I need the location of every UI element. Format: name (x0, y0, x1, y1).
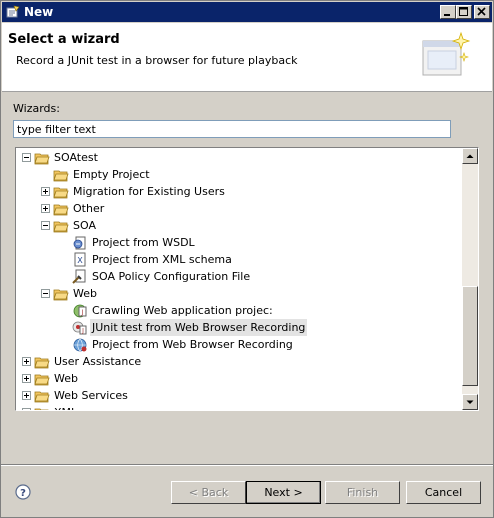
tree-item[interactable]: Migration for Existing Users (16, 183, 456, 200)
new-wizard-dialog: New Select a wizard Record a JUnit test … (0, 0, 494, 518)
wizards-label: Wizards: (13, 102, 60, 115)
expand-icon[interactable] (22, 374, 31, 383)
tree-item-label: Migration for Existing Users (73, 185, 225, 198)
minimize-icon (444, 14, 450, 16)
folder-open-icon (34, 354, 50, 369)
window-title: New (24, 5, 54, 19)
maximize-icon (459, 7, 468, 16)
back-button[interactable]: < Back (171, 481, 246, 504)
next-button[interactable]: Next > (246, 481, 321, 504)
svg-text:J: J (81, 328, 84, 335)
filter-input[interactable] (13, 120, 451, 138)
tree-item[interactable]: Web (16, 285, 456, 302)
new-wizard-app-icon (6, 5, 20, 18)
tree-item-label: SOAtest (54, 151, 98, 164)
tree-item[interactable]: SOAtest (16, 149, 456, 166)
arrow-down-icon (466, 400, 474, 404)
tree-item-label: Web (73, 287, 97, 300)
maximize-button[interactable] (456, 5, 472, 19)
svg-text:?: ? (20, 488, 26, 499)
wsdl-project-icon (72, 235, 88, 250)
expand-icon[interactable] (22, 357, 31, 366)
wizard-banner-icon (422, 31, 471, 76)
scroll-down-button[interactable] (462, 394, 478, 410)
tree-item-label: Empty Project (73, 168, 150, 181)
page-title: Select a wizard (8, 32, 120, 47)
cancel-button[interactable]: Cancel (406, 481, 481, 504)
tree-item[interactable]: SOA Policy Configuration File (16, 268, 456, 285)
tree-item-label: SOA (73, 219, 96, 232)
tree-item-label: User Assistance (54, 355, 142, 368)
tree-item[interactable]: XML (16, 404, 456, 410)
folder-open-icon (34, 405, 50, 410)
folder-open-icon (34, 388, 50, 403)
tree-item[interactable]: Other (16, 200, 456, 217)
minimize-button[interactable] (440, 5, 456, 19)
tree-item[interactable]: Project from WSDL (16, 234, 456, 251)
folder-open-icon (34, 371, 50, 386)
tree-item-label: Web Services (54, 389, 128, 402)
expand-icon[interactable] (22, 408, 31, 410)
tree-item[interactable]: Empty Project (16, 166, 456, 183)
scroll-up-button[interactable] (462, 148, 478, 164)
collapse-icon[interactable] (41, 221, 50, 230)
tree-item-label: JUnit test from Web Browser Recording (90, 319, 308, 336)
tree-item[interactable]: J JUnit test from Web Browser Recording (16, 319, 456, 336)
expand-icon[interactable] (41, 187, 50, 196)
close-button[interactable] (474, 5, 490, 19)
tree-viewport: SOAtest Empty Project Migration for Existi… (16, 148, 462, 410)
folder-open-icon (53, 184, 69, 199)
expand-icon[interactable] (41, 204, 50, 213)
tree-item[interactable]: Web Services (16, 387, 456, 404)
tree-vertical-scrollbar[interactable] (462, 148, 478, 410)
close-icon (477, 7, 486, 16)
arrow-up-icon (466, 154, 474, 158)
junit-recording-icon: J (72, 320, 88, 335)
wizard-header: Select a wizard Record a JUnit test in a… (2, 23, 492, 92)
folder-open-icon (53, 201, 69, 216)
folder-open-icon (53, 167, 69, 182)
tree-item[interactable]: J Crawling Web application projec: (16, 302, 456, 319)
tree-item-label: Project from WSDL (92, 236, 195, 249)
button-bar-separator (1, 464, 493, 466)
crawl-project-icon: J (72, 303, 88, 318)
svg-text:J: J (81, 309, 84, 316)
tree-item-label: Other (73, 202, 105, 215)
folder-open-icon (53, 218, 69, 233)
tree-item[interactable]: X Project from XML schema (16, 251, 456, 268)
tree-item-label: XML (52, 404, 79, 410)
tree-item[interactable]: User Assistance (16, 353, 456, 370)
collapse-icon[interactable] (22, 153, 31, 162)
expand-icon[interactable] (22, 391, 31, 400)
wizard-tree[interactable]: SOAtest Empty Project Migration for Existi… (15, 147, 479, 411)
tree-item[interactable]: SOA (16, 217, 456, 234)
scroll-thumb[interactable] (462, 286, 478, 386)
browser-recording-icon (72, 337, 88, 352)
svg-text:X: X (77, 256, 83, 265)
folder-open-icon (53, 286, 69, 301)
page-description: Record a JUnit test in a browser for fut… (16, 54, 298, 67)
tree-item[interactable]: Web (16, 370, 456, 387)
tree-item-label: Web (54, 372, 78, 385)
tree-item-label: Project from Web Browser Recording (92, 338, 293, 351)
policy-file-icon (72, 269, 88, 284)
finish-button[interactable]: Finish (325, 481, 400, 504)
help-icon[interactable]: ? (15, 484, 31, 500)
tree-item-label: SOA Policy Configuration File (92, 270, 251, 283)
xml-schema-icon: X (72, 252, 88, 267)
collapse-icon[interactable] (41, 289, 50, 298)
title-bar[interactable]: New (2, 2, 492, 22)
tree-item[interactable]: Project from Web Browser Recording (16, 336, 456, 353)
folder-open-icon (34, 150, 50, 165)
tree-item-label: Crawling Web application projec: (92, 304, 273, 317)
tree-item-label: Project from XML schema (92, 253, 232, 266)
